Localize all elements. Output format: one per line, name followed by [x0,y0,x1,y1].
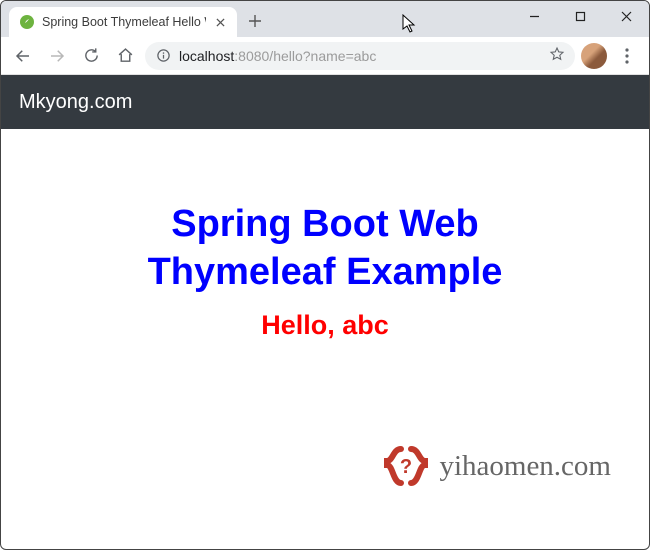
page-title-line2: Thymeleaf Example [148,251,503,293]
spring-favicon [19,14,35,30]
tabs-area: Spring Boot Thymeleaf Hello Wo [9,1,269,37]
navbar-brand[interactable]: Mkyong.com [19,91,132,114]
site-info-icon[interactable] [155,48,171,64]
home-button[interactable] [111,42,139,70]
window-controls [511,1,649,31]
minimize-button[interactable] [511,1,557,31]
maximize-button[interactable] [557,1,603,31]
page-title-line1: Spring Boot Web [171,203,479,245]
profile-avatar[interactable] [581,43,607,69]
reload-button[interactable] [77,42,105,70]
svg-text:?: ? [400,456,412,478]
browser-tab[interactable]: Spring Boot Thymeleaf Hello Wo [9,7,237,37]
page-viewport: Mkyong.com Spring Boot Web Thymeleaf Exa… [1,75,649,549]
watermark-icon: ? [383,443,429,489]
close-tab-icon[interactable] [213,15,227,29]
greeting-text: Hello, abc [261,310,389,341]
back-button[interactable] [9,42,37,70]
page-navbar: Mkyong.com [1,75,649,129]
browser-menu-button[interactable] [613,42,641,70]
url-path: :8080/hello?name=abc [234,48,376,64]
new-tab-button[interactable] [241,7,269,35]
watermark: ? yihaomen.com [383,443,611,489]
address-bar[interactable]: localhost:8080/hello?name=abc [145,42,575,70]
tab-title: Spring Boot Thymeleaf Hello Wo [42,15,206,29]
url-host: localhost [179,48,234,64]
forward-button[interactable] [43,42,71,70]
watermark-text: yihaomen.com [439,450,611,483]
toolbar: localhost:8080/hello?name=abc [1,37,649,75]
page-title: Spring Boot Web Thymeleaf Example [148,201,503,296]
titlebar: Spring Boot Thymeleaf Hello Wo [1,1,649,37]
bookmark-icon[interactable] [549,46,565,65]
url-text: localhost:8080/hello?name=abc [179,48,376,64]
close-window-button[interactable] [603,1,649,31]
